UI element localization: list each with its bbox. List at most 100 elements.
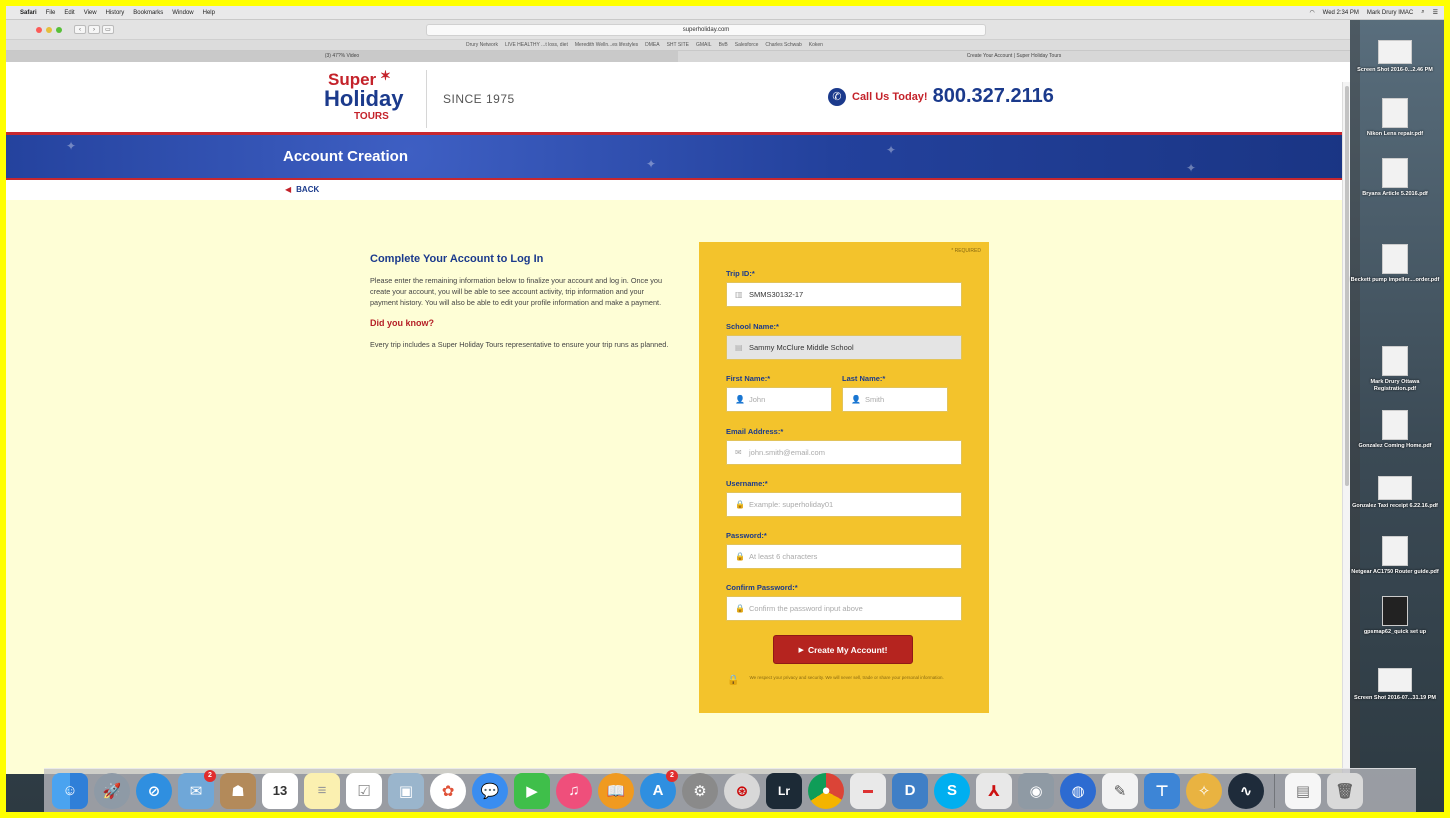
sidebar-toggle-icon[interactable]: ▭ [102, 25, 114, 34]
preview-icon[interactable]: ▣ [388, 772, 424, 809]
bookmark-item[interactable]: Meredith Welln...es lifestyles [575, 42, 638, 48]
bookmark-item[interactable]: BvB [719, 42, 728, 48]
menu-clock[interactable]: Wed 2:34 PM [1323, 10, 1359, 16]
activity-monitor-icon[interactable]: ∿ [1228, 772, 1264, 809]
skype-icon[interactable]: S [934, 772, 970, 809]
password-field[interactable]: 🔒 At least 6 characters [726, 544, 962, 569]
spotlight-icon[interactable]: ⌕ [1421, 9, 1424, 16]
menu-bookmarks[interactable]: Bookmarks [133, 10, 163, 16]
map-icon: ▥ [735, 290, 743, 299]
keynote-icon[interactable]: ⊤ [1144, 772, 1180, 809]
app-icon[interactable]: ⊛ [724, 772, 760, 809]
desktop-file[interactable]: Netgear AC1750 Router guide.pdf [1350, 536, 1440, 576]
school-name-field[interactable]: ▤ Sammy McClure Middle School [726, 335, 962, 360]
desktop-file[interactable]: Beckett pump impeller....order.pdf [1350, 244, 1440, 284]
page-scrollbar[interactable] [1342, 82, 1350, 774]
bookmark-item[interactable]: LIVE HEALTHY ...t loss, diet [505, 42, 568, 48]
system-preferences-icon[interactable]: ⚙ [682, 772, 718, 809]
bookmark-item[interactable]: GMAIL [696, 42, 712, 48]
menu-view[interactable]: View [84, 10, 97, 16]
safari-icon[interactable]: ⊘ [136, 772, 172, 809]
phone-number[interactable]: 800.327.2116 [933, 85, 1054, 108]
menu-app-name[interactable]: Safari [20, 10, 37, 16]
scrollbar-thumb[interactable] [1345, 86, 1349, 486]
acrobat-icon[interactable]: ⅄ [976, 772, 1012, 809]
sparkle-icon: ✦ [646, 157, 657, 171]
bookmark-item[interactable]: Charles Schwab [765, 42, 801, 48]
menu-user[interactable]: Mark Drury IMAC [1367, 10, 1413, 16]
bookmark-item[interactable]: Drury Network [466, 42, 498, 48]
forward-arrow-icon[interactable]: › [88, 25, 100, 34]
super-holiday-logo[interactable]: Super ✶ Holiday TOURS [324, 68, 410, 127]
ibooks-icon[interactable]: 📖 [598, 772, 634, 809]
intro-section: Complete Your Account to Log In Please e… [370, 253, 670, 360]
calendar-icon[interactable]: 13 [262, 772, 298, 809]
network-radar-icon[interactable]: ◍ [1060, 772, 1096, 809]
desktop-file[interactable]: Gonzalez Coming Home.pdf [1350, 410, 1440, 450]
zoom-window-icon[interactable] [56, 26, 62, 33]
textedit-icon[interactable]: ✎ [1102, 772, 1138, 809]
chrome-icon[interactable]: ● [808, 772, 844, 809]
first-name-field[interactable]: 👤 John [726, 387, 832, 412]
close-window-icon[interactable] [36, 26, 42, 33]
wifi-icon[interactable]: ◠ [1309, 9, 1314, 16]
browser-toolbar: ‹ › ▭ superholiday.com [6, 20, 1350, 40]
itunes-icon[interactable]: ♫ [556, 772, 592, 809]
menu-file[interactable]: File [46, 10, 56, 16]
dymo-icon[interactable]: ▬ [850, 772, 886, 809]
messages-icon[interactable]: 💬 [472, 772, 508, 809]
photos-icon[interactable]: ✿ [430, 772, 466, 809]
mail-icon[interactable]: ✉ 2 [178, 769, 216, 809]
app-store-badge: 2 [666, 769, 678, 782]
trip-id-field[interactable]: ▥ SMMS30132-17 [726, 282, 962, 307]
bookmark-item[interactable]: DMEA [645, 42, 659, 48]
address-bar[interactable]: superholiday.com [426, 24, 986, 36]
since-tagline: SINCE 1975 [443, 92, 515, 106]
desktop-file[interactable]: Screen Shot 2016-0...2.46 PM [1350, 40, 1440, 74]
menu-bar: Safari File Edit View History Bookmarks … [6, 6, 1444, 20]
logo-star-icon: ✶ [380, 68, 391, 83]
email-field[interactable]: ✉ john.smith@email.com [726, 440, 962, 465]
contacts-icon[interactable]: ☗ [220, 772, 256, 809]
desktop-file[interactable]: gpsmap62_quick set up [1350, 596, 1440, 636]
tab-video[interactable]: (3) 47?% Video [6, 51, 678, 62]
desktop-file[interactable]: Nikon Lens repair.pdf [1350, 98, 1440, 138]
desktop-file[interactable]: Mark Drury Ottawa Registration.pdf [1350, 346, 1440, 393]
lock-icon: 🔒 [727, 675, 740, 686]
compass-icon[interactable]: ✧ [1186, 772, 1222, 809]
downloads-stack-icon[interactable]: ▤ [1285, 772, 1321, 809]
lightroom-icon[interactable]: Lr [766, 772, 802, 809]
desktop-file[interactable]: Bryans Article 5.2016.pdf [1350, 158, 1440, 198]
menu-window[interactable]: Window [172, 10, 193, 16]
bookmark-item[interactable]: Salesforce [735, 42, 759, 48]
pdf-file-icon [1382, 158, 1408, 188]
back-arrow-icon[interactable]: ‹ [74, 25, 86, 34]
back-link[interactable]: ◀ BACK [285, 185, 319, 194]
tab-create-account[interactable]: Create Your Account | Super Holiday Tour… [678, 51, 1350, 62]
notes-icon[interactable]: ≡ [304, 772, 340, 809]
finder-icon[interactable]: ☺ [52, 772, 88, 809]
image-capture-icon[interactable]: ◉ [1018, 772, 1054, 809]
username-field[interactable]: 🔒 Example: superholiday01 [726, 492, 962, 517]
bookmark-item[interactable]: SHT SITE [667, 42, 689, 48]
menu-help[interactable]: Help [203, 10, 215, 16]
launchpad-icon[interactable]: 🚀 [94, 772, 130, 809]
page-banner: ✦ ✦ ✦ ✦ Account Creation [6, 135, 1350, 180]
minimize-window-icon[interactable] [46, 26, 52, 33]
privacy-text: We respect your privacy and security. We… [749, 675, 944, 680]
confirm-password-field[interactable]: 🔒 Confirm the password input above [726, 596, 962, 621]
menu-edit[interactable]: Edit [64, 10, 74, 16]
create-account-button[interactable]: ▶ Create My Account! [773, 635, 913, 664]
app-store-icon[interactable]: A2 [640, 769, 678, 809]
menu-history[interactable]: History [106, 10, 125, 16]
desktop-file[interactable]: Screen Shot 2016-07...31.19 PM [1350, 668, 1440, 702]
dashcode-icon[interactable]: D [892, 772, 928, 809]
bookmark-item[interactable]: Koken [809, 42, 823, 48]
last-name-field[interactable]: 👤 Smith [842, 387, 948, 412]
lock-icon: 🔒 [735, 500, 745, 509]
reminders-icon[interactable]: ☑ [346, 772, 382, 809]
facetime-icon[interactable]: ▶ [514, 772, 550, 809]
notification-center-icon[interactable]: ☰ [1433, 9, 1438, 16]
desktop-file[interactable]: Gonzalez Taxi receipt 6.22.16.pdf [1350, 476, 1440, 510]
trash-icon[interactable]: 🗑 [1327, 772, 1363, 809]
